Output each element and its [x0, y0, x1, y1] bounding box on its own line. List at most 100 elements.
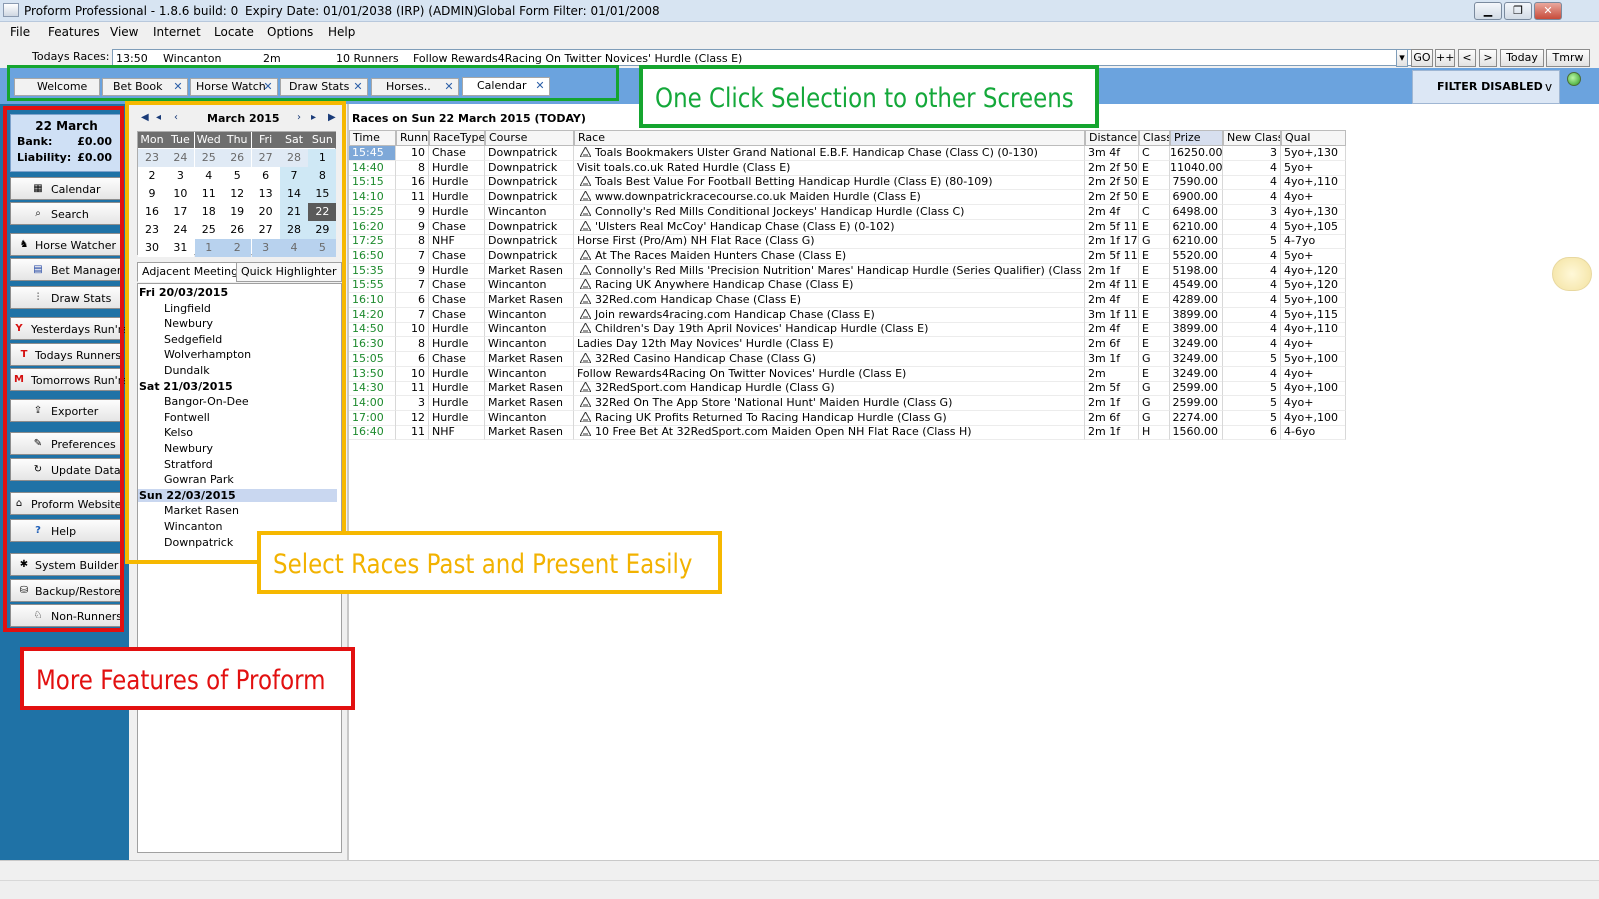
- race-cell-distance[interactable]: 2m 2f 50y: [1085, 160, 1139, 176]
- menu-internet[interactable]: Internet: [153, 25, 201, 39]
- race-cell-course[interactable]: Market Rasen: [485, 381, 574, 397]
- race-cell-qual[interactable]: 5yo+: [1281, 248, 1346, 264]
- race-cell-time[interactable]: 16:50: [349, 248, 396, 264]
- race-cell-qual[interactable]: 4yo+,110: [1281, 175, 1346, 191]
- race-cell-course[interactable]: Downpatrick: [485, 146, 574, 161]
- race-cell-course[interactable]: Downpatrick: [485, 219, 574, 235]
- race-cell-distance[interactable]: 2m 1f: [1085, 263, 1139, 279]
- race-cell-class[interactable]: C: [1139, 146, 1170, 161]
- today-button[interactable]: Today: [1500, 49, 1544, 67]
- race-cell-course[interactable]: Wincanton: [485, 366, 574, 382]
- race-cell-class[interactable]: G: [1139, 351, 1170, 367]
- race-cell-prize[interactable]: 6210.00: [1170, 219, 1223, 235]
- col-prize-header[interactable]: Prize: [1170, 130, 1223, 146]
- race-cell-course[interactable]: Downpatrick: [485, 160, 574, 176]
- tomorrow-button[interactable]: Tmrw: [1546, 49, 1590, 67]
- race-cell-time[interactable]: 14:30: [349, 381, 396, 397]
- race-cell-qual[interactable]: 4yo+,110: [1281, 322, 1346, 338]
- race-cell-time[interactable]: 17:00: [349, 410, 396, 426]
- race-cell-course[interactable]: Market Rasen: [485, 293, 574, 308]
- race-cell-race[interactable]: Ladies Day 12th May Novices' Hurdle (Cla…: [574, 337, 1085, 353]
- race-cell-course[interactable]: Downpatrick: [485, 248, 574, 264]
- race-cell-prize[interactable]: 2274.00: [1170, 410, 1223, 426]
- race-cell-class[interactable]: G: [1139, 395, 1170, 411]
- race-cell-prize[interactable]: 3899.00: [1170, 322, 1223, 338]
- race-cell-time[interactable]: 15:25: [349, 204, 396, 220]
- race-cell-distance[interactable]: 2m 6f: [1085, 410, 1139, 426]
- race-cell-qual[interactable]: 5yo+,100: [1281, 351, 1346, 367]
- race-cell-qual[interactable]: 4yo+: [1281, 190, 1346, 206]
- col-race-header[interactable]: Race: [574, 130, 1085, 146]
- race-cell-qual[interactable]: 5yo+,115: [1281, 307, 1346, 323]
- race-cell-runners[interactable]: 12: [396, 410, 429, 426]
- race-cell-runners[interactable]: 7: [396, 248, 429, 264]
- race-cell-time[interactable]: 16:40: [349, 425, 396, 441]
- race-cell-runners[interactable]: 7: [396, 307, 429, 323]
- race-cell-racetype[interactable]: Chase: [429, 293, 485, 308]
- race-cell-racetype[interactable]: Hurdle: [429, 322, 485, 338]
- menu-locate[interactable]: Locate: [214, 25, 254, 39]
- race-cell-distance[interactable]: 2m 1f: [1085, 395, 1139, 411]
- race-cell-race[interactable]: Follow Rewards4Racing On Twitter Novices…: [574, 366, 1085, 382]
- maximize-icon[interactable]: ❐: [1504, 2, 1532, 20]
- race-cell-time[interactable]: 16:30: [349, 337, 396, 353]
- race-cell-prize[interactable]: 4289.00: [1170, 293, 1223, 308]
- race-cell-course[interactable]: Wincanton: [485, 204, 574, 220]
- race-cell-prize[interactable]: 2599.00: [1170, 381, 1223, 397]
- race-cell-course[interactable]: Downpatrick: [485, 190, 574, 206]
- col-qual-header[interactable]: Qual: [1281, 130, 1346, 146]
- race-cell-runners[interactable]: 6: [396, 351, 429, 367]
- menu-file[interactable]: File: [10, 25, 30, 39]
- race-cell-new-class[interactable]: 5: [1223, 410, 1281, 426]
- race-cell-racetype[interactable]: Hurdle: [429, 190, 485, 206]
- race-cell-race[interactable]: Join rewards4racing.com Handicap Chase (…: [574, 307, 1085, 323]
- race-cell-course[interactable]: Downpatrick: [485, 234, 574, 250]
- race-cell-class[interactable]: E: [1139, 190, 1170, 206]
- go-button[interactable]: GO: [1411, 49, 1433, 67]
- race-cell-qual[interactable]: 5yo+,120: [1281, 278, 1346, 294]
- race-cell-prize[interactable]: 4549.00: [1170, 278, 1223, 294]
- race-cell-course[interactable]: Market Rasen: [485, 351, 574, 367]
- race-cell-distance[interactable]: 2m 1f: [1085, 425, 1139, 441]
- race-cell-prize[interactable]: 3899.00: [1170, 307, 1223, 323]
- race-cell-distance[interactable]: 2m: [1085, 366, 1139, 382]
- race-cell-qual[interactable]: 4yo+,130: [1281, 204, 1346, 220]
- race-cell-course[interactable]: Wincanton: [485, 410, 574, 426]
- race-cell-class[interactable]: E: [1139, 248, 1170, 264]
- race-cell-race[interactable]: 32RedSport.com Handicap Hurdle (Class G): [574, 381, 1085, 397]
- race-cell-qual[interactable]: 5yo+,100: [1281, 293, 1346, 308]
- race-cell-course[interactable]: Market Rasen: [485, 263, 574, 279]
- race-cell-new-class[interactable]: 5: [1223, 234, 1281, 250]
- todays-races-select[interactable]: 13:50 Wincanton 2m 10 Runners Follow Rew…: [112, 49, 1412, 66]
- race-cell-race[interactable]: Racing UK Profits Returned To Racing Han…: [574, 410, 1085, 426]
- race-cell-runners[interactable]: 9: [396, 204, 429, 220]
- race-cell-race[interactable]: Visit toals.co.uk Rated Hurdle (Class E): [574, 160, 1085, 176]
- race-cell-runners[interactable]: 9: [396, 263, 429, 279]
- race-cell-racetype[interactable]: Hurdle: [429, 366, 485, 382]
- race-cell-runners[interactable]: 8: [396, 337, 429, 353]
- race-cell-class[interactable]: C: [1139, 204, 1170, 220]
- race-cell-prize[interactable]: 6498.00: [1170, 204, 1223, 220]
- race-cell-course[interactable]: Market Rasen: [485, 425, 574, 441]
- race-cell-class[interactable]: E: [1139, 322, 1170, 338]
- race-cell-time[interactable]: 15:05: [349, 351, 396, 367]
- race-cell-racetype[interactable]: Hurdle: [429, 337, 485, 353]
- race-cell-distance[interactable]: 3m 1f: [1085, 351, 1139, 367]
- race-cell-qual[interactable]: 4-6yo: [1281, 425, 1346, 441]
- race-cell-race[interactable]: Horse First (Pro/Am) NH Flat Race (Class…: [574, 234, 1085, 250]
- race-cell-distance[interactable]: 2m 1f 172: [1085, 234, 1139, 250]
- race-cell-runners[interactable]: 10: [396, 146, 429, 161]
- race-cell-racetype[interactable]: Chase: [429, 146, 485, 161]
- col-time-header[interactable]: Time: [349, 130, 396, 146]
- race-cell-race[interactable]: Toals Best Value For Football Betting Ha…: [574, 175, 1085, 191]
- race-cell-qual[interactable]: 4yo+,100: [1281, 410, 1346, 426]
- race-cell-prize[interactable]: 6900.00: [1170, 190, 1223, 206]
- race-cell-race[interactable]: 32Red On The App Store 'National Hunt' M…: [574, 395, 1085, 411]
- prev-button[interactable]: <: [1458, 49, 1476, 67]
- race-cell-prize[interactable]: 3249.00: [1170, 366, 1223, 382]
- race-cell-new-class[interactable]: 4: [1223, 263, 1281, 279]
- race-cell-class[interactable]: H: [1139, 425, 1170, 441]
- race-cell-racetype[interactable]: Chase: [429, 248, 485, 264]
- race-cell-new-class[interactable]: 3: [1223, 204, 1281, 220]
- race-cell-time[interactable]: 14:40: [349, 160, 396, 176]
